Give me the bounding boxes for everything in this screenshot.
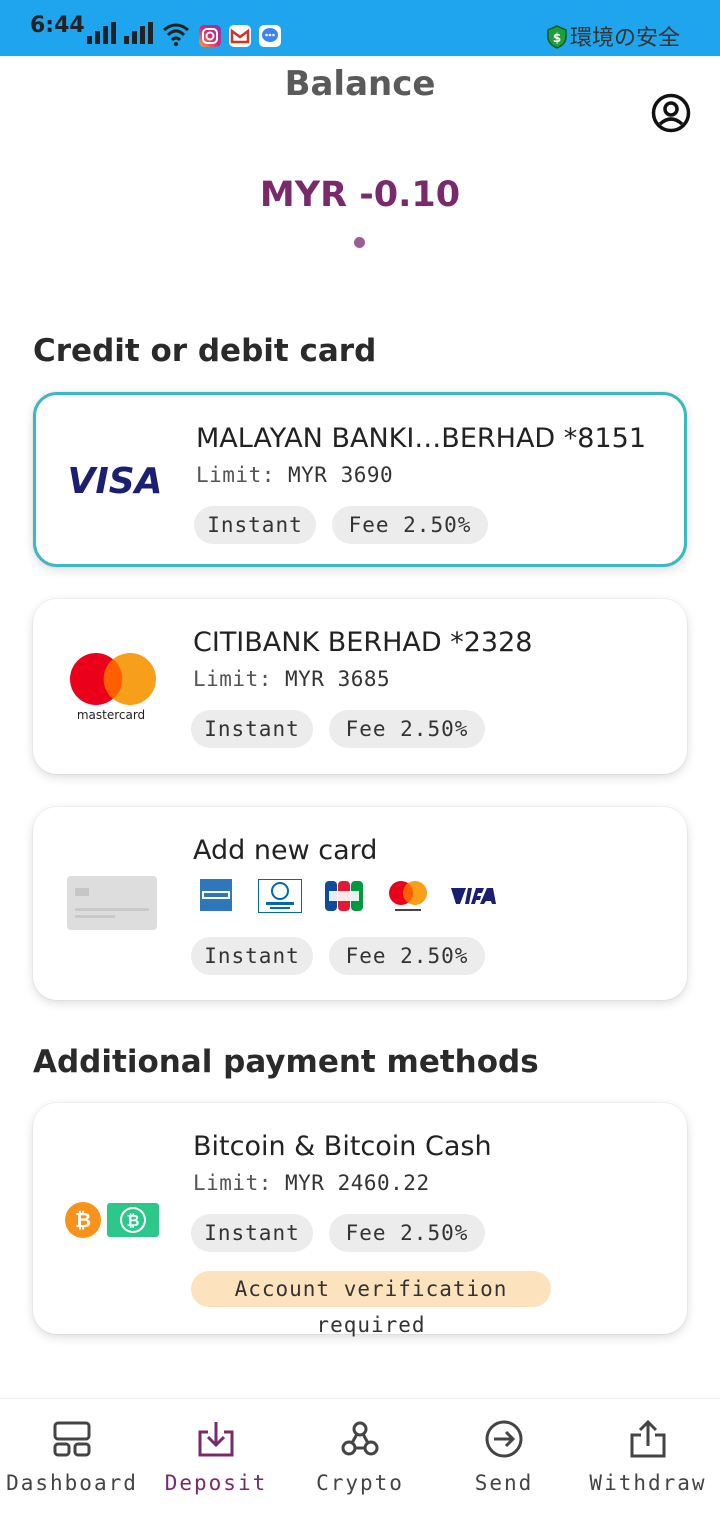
payment-card-mastercard[interactable]: mastercard CITIBANK BERHAD *2328 Limit: … <box>33 599 687 774</box>
card-title: MALAYAN BANKI…BERHAD *8151 <box>196 423 647 454</box>
page-title: Balance <box>284 64 436 104</box>
nav-label: Dashboard <box>6 1471 138 1495</box>
svg-text:mastercard: mastercard <box>77 708 145 722</box>
generic-card-icon <box>67 876 157 930</box>
nav-dashboard[interactable]: Dashboard <box>0 1399 144 1514</box>
nav-label: Deposit <box>164 1471 268 1495</box>
nav-deposit[interactable]: Deposit <box>144 1399 288 1514</box>
card-title: CITIBANK BERHAD *2328 <box>193 627 533 658</box>
amex-icon <box>200 879 232 911</box>
signal-icon <box>87 22 116 44</box>
limit-label: Limit: <box>193 1171 272 1195</box>
fee-badge: Fee 2.50% <box>329 710 485 748</box>
status-time: 6:44 <box>30 13 85 38</box>
nav-label: Withdraw <box>589 1471 707 1495</box>
svg-text:₿: ₿ <box>126 1211 139 1230</box>
instant-badge: Instant <box>191 1214 313 1252</box>
status-bar: 6:44 $ 環境の安全 <box>0 0 720 56</box>
fee-badge: Fee 2.50% <box>329 937 485 975</box>
add-new-card[interactable]: Add new card Instant Fee 2.50% <box>33 807 687 1000</box>
card-limit: Limit: MYR 3685 <box>193 667 390 691</box>
signal-icon <box>124 22 153 44</box>
page-indicator-dot <box>354 237 365 248</box>
crypto-icon <box>341 1421 379 1456</box>
limit-label: Limit: <box>193 667 272 691</box>
svg-text:₿: ₿ <box>75 1208 91 1232</box>
shield-icon: $ <box>547 25 567 49</box>
svg-text:$: $ <box>553 31 561 45</box>
limit-value: MYR 2460.22 <box>285 1171 430 1195</box>
bitcoin-icon: ₿ ₿ <box>65 1202 159 1238</box>
svg-text:VISA: VISA <box>67 463 162 499</box>
payment-card-visa[interactable]: VISA MALAYAN BANKI…BERHAD *8151 Limit: M… <box>33 392 687 567</box>
card-limit: Limit: MYR 2460.22 <box>193 1171 430 1195</box>
balance-amount: MYR -0.10 <box>259 175 461 215</box>
verification-warning-badge: Account verification required <box>191 1271 551 1337</box>
dashboard-icon <box>53 1421 91 1457</box>
instant-badge: Instant <box>191 937 313 975</box>
mastercard-logo: mastercard <box>70 653 156 722</box>
deposit-icon <box>198 1422 234 1457</box>
card-limit: Limit: MYR 3690 <box>196 463 393 487</box>
payment-method-bitcoin[interactable]: ₿ ₿ Bitcoin & Bitcoin Cash Limit: MYR 24… <box>33 1103 687 1337</box>
visa-icon <box>451 888 496 904</box>
bottom-navigation: Dashboard Deposit Crypto Send Withdraw <box>0 1398 720 1514</box>
diners-club-icon <box>258 879 302 913</box>
nav-send[interactable]: Send <box>432 1399 576 1514</box>
section-heading-additional: Additional payment methods <box>33 1044 539 1080</box>
gmail-icon <box>229 25 251 47</box>
nav-crypto[interactable]: Crypto <box>288 1399 432 1514</box>
card-title: Add new card <box>193 835 378 866</box>
wifi-icon <box>163 23 189 46</box>
card-title: Bitcoin & Bitcoin Cash <box>193 1131 492 1162</box>
withdraw-icon <box>630 1419 666 1458</box>
fee-badge: Fee 2.50% <box>329 1214 485 1252</box>
nav-label: Send <box>474 1471 534 1495</box>
environment-status: 環境の安全 <box>570 26 681 51</box>
messenger-icon <box>259 25 281 47</box>
mastercard-icon <box>389 881 427 911</box>
visa-logo: VISA <box>67 463 162 499</box>
jcb-icon <box>325 881 363 911</box>
limit-value: MYR 3685 <box>285 667 391 691</box>
instant-badge: Instant <box>194 506 316 544</box>
instagram-icon <box>199 25 221 47</box>
instant-badge: Instant <box>191 710 313 748</box>
profile-icon[interactable] <box>651 93 691 133</box>
nav-withdraw[interactable]: Withdraw <box>576 1399 720 1514</box>
section-heading-cards: Credit or debit card <box>33 333 377 369</box>
fee-badge: Fee 2.50% <box>332 506 488 544</box>
limit-value: MYR 3690 <box>288 463 394 487</box>
nav-label: Crypto <box>316 1471 404 1495</box>
limit-label: Limit: <box>196 463 275 487</box>
send-icon <box>485 1420 523 1458</box>
